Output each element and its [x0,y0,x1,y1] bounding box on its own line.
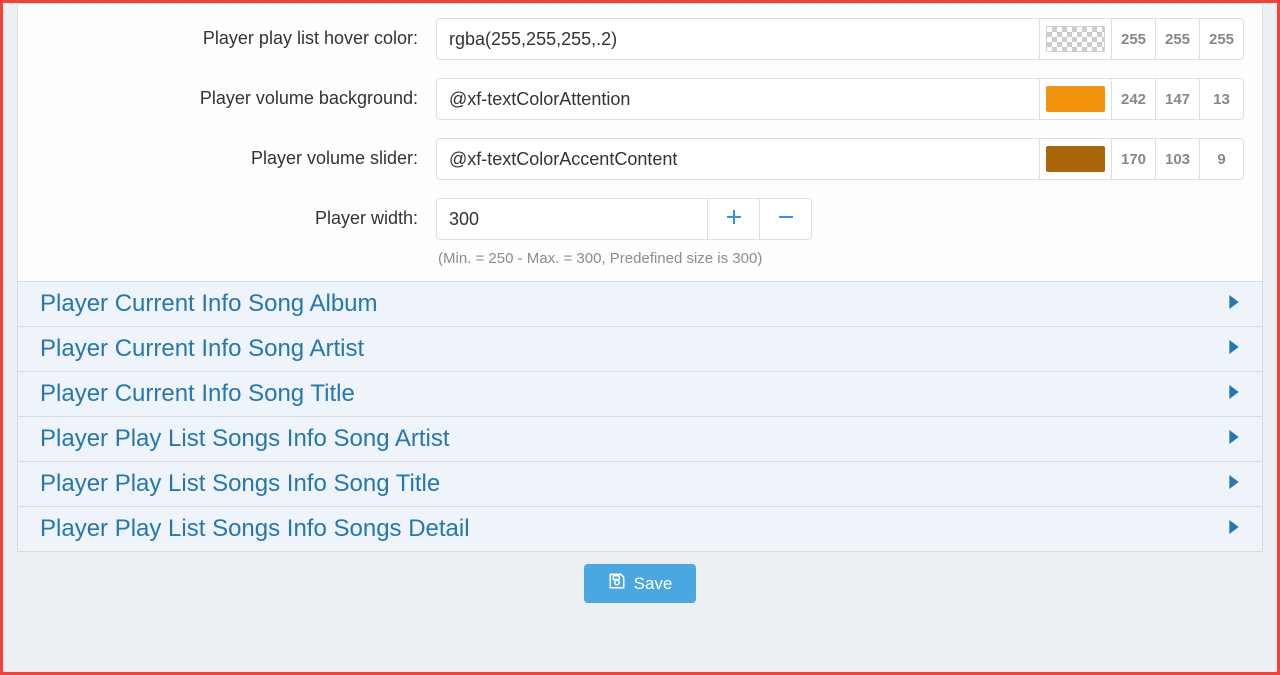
volume-slider-swatch-box[interactable] [1039,139,1111,179]
hover-color-swatch [1046,26,1105,52]
volume-slider-r[interactable]: 170 [1111,139,1155,179]
minus-icon [778,209,794,230]
label-volume-slider: Player volume slider: [36,138,436,169]
row-hover-color: Player play list hover color: 255 255 25… [18,4,1262,64]
caret-right-icon [1228,295,1240,314]
hover-color-g[interactable]: 255 [1155,19,1199,59]
footer: Save [3,552,1277,603]
volume-slider-b[interactable]: 9 [1199,139,1243,179]
row-volume-bg: Player volume background: 242 147 13 [18,64,1262,124]
settings-panel: Player play list hover color: 255 255 25… [0,0,1280,675]
row-volume-slider: Player volume slider: 170 103 9 [18,124,1262,184]
color-input-volume-bg: 242 147 13 [436,78,1244,120]
caret-right-icon [1228,340,1240,359]
hover-color-r[interactable]: 255 [1111,19,1155,59]
label-hover-color: Player play list hover color: [36,18,436,49]
accordion-item-list-detail[interactable]: Player Play List Songs Info Songs Detail [17,506,1263,552]
accordion-item-title[interactable]: Player Current Info Song Title [17,371,1263,417]
volume-bg-b[interactable]: 13 [1199,79,1243,119]
accordion-item-list-artist[interactable]: Player Play List Songs Info Song Artist [17,416,1263,462]
accordion-item-album[interactable]: Player Current Info Song Album [17,281,1263,327]
player-width-input[interactable] [437,199,707,239]
hover-color-input[interactable] [437,19,1039,59]
label-volume-bg: Player volume background: [36,78,436,109]
volume-bg-r[interactable]: 242 [1111,79,1155,119]
player-width-control [436,198,812,240]
caret-right-icon [1228,385,1240,404]
accordion-title: Player Play List Songs Info Songs Detail [40,515,470,543]
accordion-list: Player Current Info Song Album Player Cu… [17,281,1263,552]
volume-bg-g[interactable]: 147 [1155,79,1199,119]
row-player-width: Player width: [18,184,1262,271]
accordion-item-artist[interactable]: Player Current Info Song Artist [17,326,1263,372]
save-icon [608,572,626,595]
width-increment-button[interactable] [707,199,759,239]
save-button[interactable]: Save [584,564,697,603]
color-input-hover: 255 255 255 [436,18,1244,60]
caret-right-icon [1228,430,1240,449]
volume-bg-swatch-box[interactable] [1039,79,1111,119]
accordion-title: Player Current Info Song Title [40,380,355,408]
width-decrement-button[interactable] [759,199,811,239]
color-input-volume-slider: 170 103 9 [436,138,1244,180]
volume-slider-input[interactable] [437,139,1039,179]
player-width-hint: (Min. = 250 - Max. = 300, Predefined siz… [436,240,1244,267]
label-player-width: Player width: [36,198,436,229]
accordion-item-list-title[interactable]: Player Play List Songs Info Song Title [17,461,1263,507]
style-properties-form: Player play list hover color: 255 255 25… [17,3,1263,281]
volume-bg-input[interactable] [437,79,1039,119]
hover-color-swatch-box[interactable] [1039,19,1111,59]
hover-color-b[interactable]: 255 [1199,19,1243,59]
volume-bg-swatch [1046,86,1105,112]
save-button-label: Save [634,574,673,594]
caret-right-icon [1228,475,1240,494]
accordion-title: Player Current Info Song Artist [40,335,364,363]
plus-icon [726,209,742,230]
accordion-title: Player Play List Songs Info Song Artist [40,425,450,453]
volume-slider-swatch [1046,146,1105,172]
accordion-title: Player Play List Songs Info Song Title [40,470,440,498]
volume-slider-g[interactable]: 103 [1155,139,1199,179]
accordion-title: Player Current Info Song Album [40,290,378,318]
caret-right-icon [1228,520,1240,539]
